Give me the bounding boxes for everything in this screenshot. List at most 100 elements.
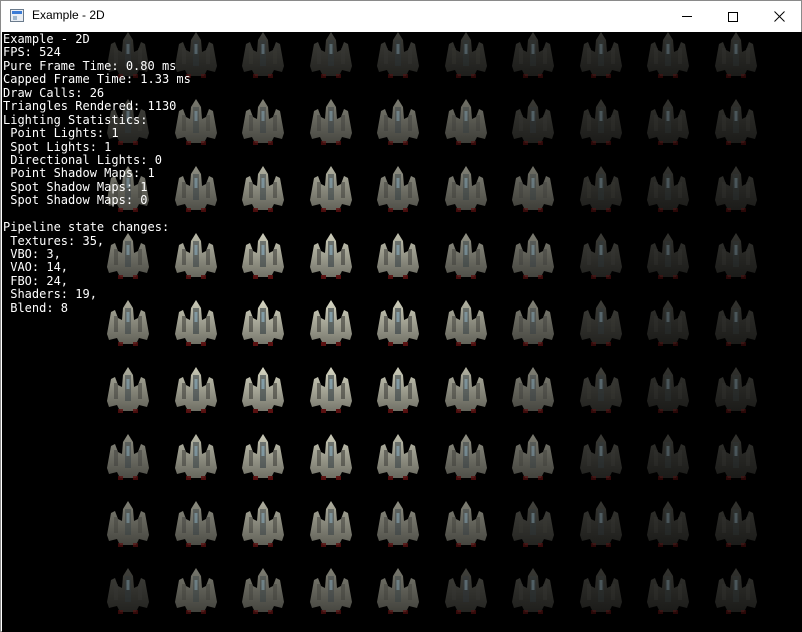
spaceship-sprite — [375, 164, 421, 214]
close-icon — [773, 11, 785, 22]
spaceship-sprite — [375, 32, 421, 80]
spaceship-sprite — [645, 164, 691, 214]
spaceship-sprite — [240, 566, 286, 616]
stats-line: Draw Calls: 26 — [3, 85, 105, 100]
spaceship-sprite — [240, 432, 286, 482]
spaceship-sprite — [105, 499, 151, 549]
spaceship-sprite — [240, 499, 286, 549]
spaceship-sprite — [510, 432, 556, 482]
minimize-button[interactable] — [664, 1, 710, 32]
spaceship-sprite — [375, 97, 421, 147]
stats-line: Point Lights: 1 — [3, 126, 119, 141]
stats-line: VAO: 14, — [3, 260, 69, 275]
spaceship-sprite — [713, 298, 759, 348]
spaceship-sprite — [713, 365, 759, 415]
window-title: Example - 2D — [32, 8, 105, 22]
maximize-icon — [728, 11, 738, 22]
spaceship-sprite — [173, 499, 219, 549]
spaceship-sprite — [443, 298, 489, 348]
spaceship-sprite — [510, 97, 556, 147]
spaceship-sprite — [645, 32, 691, 80]
spaceship-sprite — [375, 231, 421, 281]
spaceship-sprite — [375, 298, 421, 348]
stats-line: Spot Shadow Maps: 0 — [3, 193, 148, 208]
spaceship-sprite — [645, 231, 691, 281]
spaceship-sprite — [510, 365, 556, 415]
spaceship-sprite — [443, 365, 489, 415]
spaceship-sprite — [308, 97, 354, 147]
spaceship-sprite — [240, 164, 286, 214]
spaceship-sprite — [510, 231, 556, 281]
spaceship-sprite — [578, 365, 624, 415]
spaceship-sprite — [240, 97, 286, 147]
spaceship-sprite — [713, 32, 759, 80]
spaceship-sprite — [510, 499, 556, 549]
spaceship-sprite — [308, 499, 354, 549]
spaceship-sprite — [645, 499, 691, 549]
spaceship-sprite — [578, 499, 624, 549]
spaceship-sprite — [308, 566, 354, 616]
spaceship-sprite — [510, 298, 556, 348]
minimize-icon — [682, 16, 692, 17]
spaceship-sprite — [443, 499, 489, 549]
spaceship-sprite — [443, 32, 489, 80]
spaceship-sprite — [645, 566, 691, 616]
spaceship-sprite — [578, 231, 624, 281]
spaceship-sprite — [308, 365, 354, 415]
spaceship-sprite — [105, 432, 151, 482]
stats-line: Triangles Rendered: 1130 — [3, 99, 177, 114]
stats-line: Capped Frame Time: 1.33 ms — [3, 72, 191, 87]
spaceship-sprite — [443, 432, 489, 482]
maximize-button[interactable] — [710, 1, 756, 32]
spaceship-sprite — [240, 298, 286, 348]
spaceship-sprite — [308, 432, 354, 482]
spaceship-sprite — [173, 432, 219, 482]
spaceship-sprite — [173, 566, 219, 616]
close-button[interactable] — [756, 1, 802, 32]
render-viewport[interactable]: Example - 2D FPS: 524 Pure Frame Time: 0.8… — [2, 32, 802, 632]
spaceship-sprite — [375, 566, 421, 616]
spaceship-sprite — [443, 164, 489, 214]
spaceship-sprite — [443, 566, 489, 616]
spaceship-sprite — [578, 566, 624, 616]
spaceship-sprite — [645, 432, 691, 482]
spaceship-sprite — [578, 298, 624, 348]
spaceship-sprite — [713, 164, 759, 214]
title-bar[interactable]: Example - 2D — [1, 1, 801, 32]
spaceship-sprite — [645, 298, 691, 348]
stats-line: Spot Lights: 1 — [3, 139, 112, 154]
spaceship-sprite — [510, 32, 556, 80]
spaceship-sprite — [510, 566, 556, 616]
spaceship-sprite — [713, 566, 759, 616]
spaceship-sprite — [510, 164, 556, 214]
spaceship-sprite — [713, 432, 759, 482]
spaceship-sprite — [578, 97, 624, 147]
app-window-icon — [10, 9, 24, 22]
spaceship-sprite — [713, 97, 759, 147]
stats-line: VBO: 3, — [3, 247, 61, 261]
stats-line: Pipeline state changes: — [3, 220, 170, 235]
spaceship-sprite — [308, 164, 354, 214]
spaceship-sprite — [713, 499, 759, 549]
stats-line: Spot Shadow Maps: 1 — [3, 179, 148, 194]
stats-line: Point Shadow Maps: 1 — [3, 166, 155, 181]
stats-line: Directional Lights: 0 — [3, 152, 162, 167]
app-window: Example - 2D Example - 2D FPS: 524 Pure … — [0, 0, 802, 632]
spaceship-sprite — [645, 97, 691, 147]
spaceship-sprite — [578, 164, 624, 214]
spaceship-sprite — [105, 365, 151, 415]
stats-line: FBO: 24, — [3, 273, 69, 288]
stats-line: Example - 2D — [3, 32, 90, 46]
spaceship-sprite — [713, 231, 759, 281]
stats-overlay: Example - 2D FPS: 524 Pure Frame Time: 0.8… — [3, 32, 191, 315]
spaceship-sprite — [240, 32, 286, 80]
spaceship-sprite — [578, 432, 624, 482]
spaceship-sprite — [105, 566, 151, 616]
spaceship-sprite — [308, 231, 354, 281]
spaceship-sprite — [645, 365, 691, 415]
spaceship-sprite — [173, 365, 219, 415]
spaceship-sprite — [443, 231, 489, 281]
stats-line: Textures: 35, — [3, 233, 105, 248]
spaceship-sprite — [375, 432, 421, 482]
spaceship-sprite — [308, 298, 354, 348]
